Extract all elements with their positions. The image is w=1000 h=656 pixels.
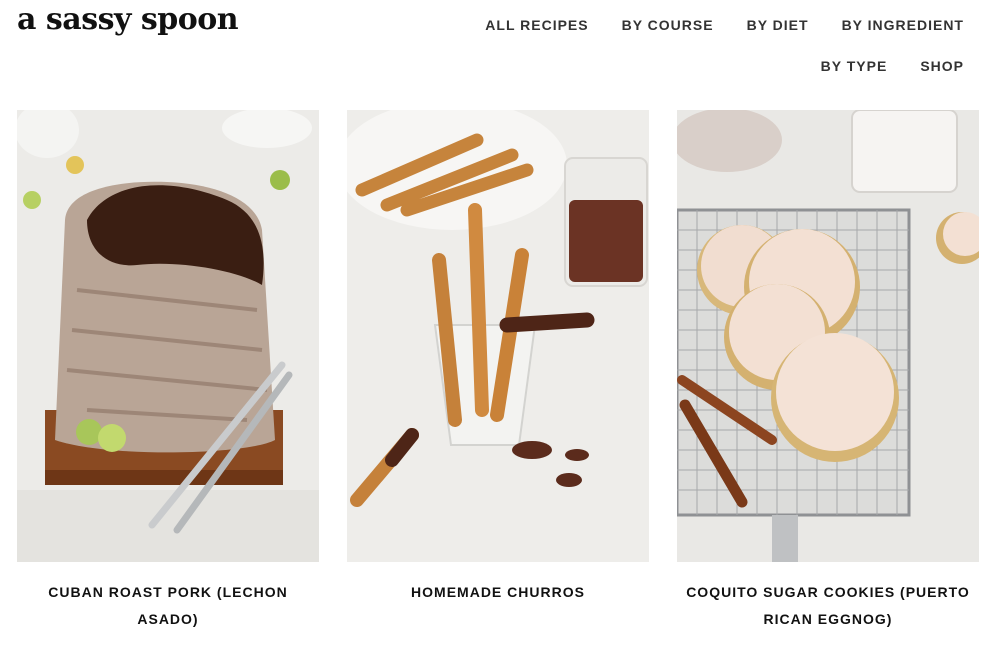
recipe-title[interactable]: CUBAN ROAST PORK (LECHON ASADO) — [17, 579, 319, 633]
nav-row-primary: ALL RECIPES BY COURSE BY DIET BY INGREDI… — [452, 17, 964, 33]
nav-by-course[interactable]: BY COURSE — [622, 17, 714, 33]
nav-by-diet[interactable]: BY DIET — [747, 17, 809, 33]
recipe-card: CUBAN ROAST PORK (LECHON ASADO) — [17, 110, 319, 633]
nav-by-ingredient[interactable]: BY INGREDIENT — [842, 17, 964, 33]
site-logo[interactable]: a sassy spoon — [17, 2, 239, 37]
recipe-photo-churros[interactable] — [347, 110, 649, 562]
nav-all-recipes[interactable]: ALL RECIPES — [485, 17, 588, 33]
recipe-title[interactable]: COQUITO SUGAR COOKIES (PUERTO RICAN EGGN… — [677, 579, 979, 633]
recipe-card: COQUITO SUGAR COOKIES (PUERTO RICAN EGGN… — [677, 110, 979, 633]
recipe-photo-roast-pork[interactable] — [17, 110, 319, 562]
nav-row-secondary: BY TYPE SHOP — [788, 58, 964, 74]
recipe-title[interactable]: HOMEMADE CHURROS — [347, 579, 649, 606]
nav-shop[interactable]: SHOP — [920, 58, 964, 74]
recipe-photo-coquito-cookies[interactable] — [677, 110, 979, 562]
recipe-card: HOMEMADE CHURROS — [347, 110, 649, 606]
nav-by-type[interactable]: BY TYPE — [821, 58, 888, 74]
